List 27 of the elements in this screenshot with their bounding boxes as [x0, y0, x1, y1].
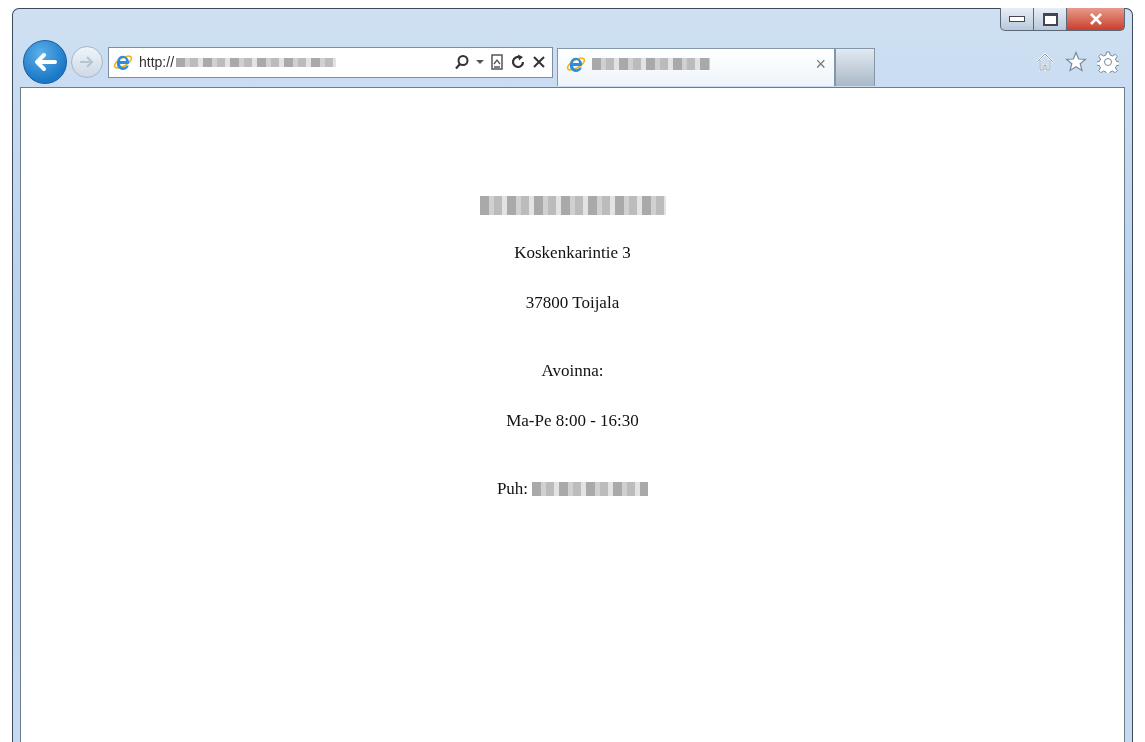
address-text: Koskenkarintie 3	[514, 242, 631, 264]
compatibility-icon[interactable]	[490, 54, 504, 70]
stop-icon[interactable]	[532, 55, 546, 69]
maximize-icon	[1042, 12, 1058, 26]
url-text: http://	[139, 54, 175, 70]
left-arrow-icon	[33, 52, 57, 72]
browser-logo-icon	[113, 52, 133, 72]
maximize-button[interactable]	[1034, 8, 1067, 31]
dropdown-icon[interactable]	[476, 59, 484, 65]
browser-tab[interactable]: ×	[557, 47, 835, 86]
settings-icon[interactable]	[1097, 51, 1119, 73]
right-arrow-icon	[79, 55, 95, 69]
phone-label: Puh:	[496, 478, 529, 500]
close-button[interactable]	[1067, 8, 1125, 31]
minimize-icon	[1009, 16, 1025, 22]
back-button[interactable]	[23, 40, 67, 84]
address-text: Avoinna:	[541, 360, 604, 382]
tab-close-button[interactable]: ×	[815, 55, 826, 73]
search-icon[interactable]	[454, 54, 470, 70]
address-bar[interactable]: http://	[108, 46, 553, 78]
star-icon[interactable]	[1065, 51, 1087, 73]
refresh-icon[interactable]	[510, 54, 526, 70]
address-text: Ma-Pe 8:00 - 16:30	[506, 410, 639, 432]
browser-logo-icon	[566, 54, 586, 74]
minimize-button[interactable]	[1000, 8, 1034, 31]
close-icon	[1088, 13, 1103, 25]
address-text: 37800 Toijala	[525, 292, 620, 314]
